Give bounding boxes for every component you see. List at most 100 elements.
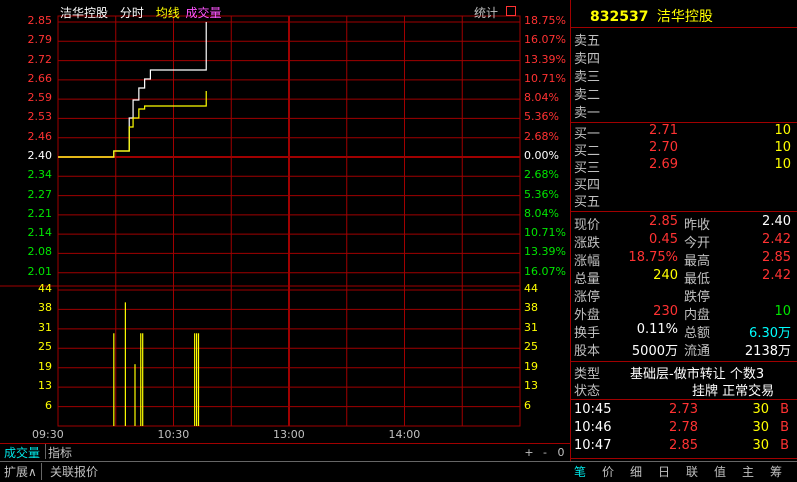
avg-line-label[interactable]: 均线 [156, 6, 180, 20]
tick-time: 10:45 [574, 402, 612, 417]
panel-tab-bar: 笔价细日联值主筹 [570, 461, 797, 481]
order-level-label: 卖二 [574, 88, 601, 103]
stock-name: 洁华控股 [656, 9, 713, 25]
pct-tick-label: 0.00% [524, 149, 559, 162]
pct-tick-label: 10.71% [524, 226, 566, 240]
stat-row: 现价 2.85 昨收 2.40 [570, 214, 795, 233]
volume-tick-label: 25 [524, 340, 538, 354]
stat-label: 涨跌 [574, 236, 601, 251]
price-tick-label: 2.59 [27, 91, 53, 105]
pct-tick-label: 16.07% [524, 33, 566, 47]
stat-label: 涨幅 [574, 254, 601, 269]
stat-label: 外盘 [574, 308, 601, 323]
divider [570, 361, 797, 362]
panel-tab-3[interactable]: 日 [658, 463, 670, 480]
stock-code: 832537 [590, 9, 649, 25]
stat-label: 换手 [574, 326, 601, 341]
time-tick-label: 14:00 [388, 428, 421, 441]
time-tick-label: 13:00 [273, 428, 305, 441]
tick-volume: 30 [752, 420, 769, 435]
volume-tick-label: 31 [38, 320, 52, 334]
tab-volume[interactable]: 成交量 [4, 444, 40, 461]
order-price: 2.71 [649, 123, 678, 138]
stat-label: 流通 [684, 344, 711, 359]
panel-tab-1[interactable]: 价 [602, 463, 614, 480]
tick-time: 10:47 [574, 438, 612, 453]
stat-value: 2.40 [762, 214, 791, 229]
stat-label: 昨收 [684, 218, 711, 233]
stat-value: 2.85 [762, 250, 791, 265]
sell-level-row: 卖四 [570, 48, 795, 67]
price-tick-label: 2.53 [27, 110, 53, 124]
stats-toggle-icon[interactable] [506, 6, 516, 16]
volume-tick-label: 38 [524, 301, 538, 315]
buy-level-row: 买四 [570, 174, 795, 193]
panel-tab-0[interactable]: 笔 [574, 463, 586, 480]
panel-tab-6[interactable]: 主 [742, 463, 754, 480]
volume-tick-label: 25 [38, 340, 52, 354]
zoom-out-button[interactable]: - [538, 446, 552, 459]
tab-indicator[interactable]: 指标 [48, 444, 72, 461]
panel-tab-4[interactable]: 联 [686, 463, 698, 480]
pct-tick-label: 8.04% [524, 206, 559, 220]
tick-time: 10:46 [574, 420, 612, 435]
zoom-in-button[interactable]: + [522, 446, 536, 459]
mode-label[interactable]: 分时 [120, 6, 144, 20]
pct-tick-label: 16.07% [524, 264, 566, 278]
state-row: 状态 挂牌 正常交易 [570, 380, 795, 399]
tick-price: 2.73 [669, 402, 698, 417]
tick-price: 2.78 [669, 420, 698, 435]
divider [570, 399, 797, 400]
price-tick-label: 2.66 [27, 71, 53, 85]
stat-label: 最低 [684, 272, 711, 287]
pct-tick-label: 5.36% [524, 187, 559, 201]
stat-value: 0.11% [636, 322, 678, 337]
stat-value: 6.30万 [749, 326, 791, 341]
stat-label: 涨停 [574, 290, 601, 305]
price-tick-label: 2.21 [27, 206, 53, 220]
panel-tab-5[interactable]: 值 [714, 463, 726, 480]
type-row: 类型 基础层-做市转让 个数3 [570, 363, 795, 382]
price-tick-label: 2.46 [27, 129, 53, 143]
stat-label: 最高 [684, 254, 711, 269]
stat-value: 2.42 [762, 232, 791, 247]
divider [570, 458, 797, 459]
stat-value: 2.42 [762, 268, 791, 283]
stat-value: 230 [653, 304, 678, 319]
price-line [58, 22, 207, 158]
stat-label: 内盘 [684, 308, 711, 323]
price-tick-label: 2.14 [27, 226, 53, 240]
chart-title-bar: 洁华控股 分时 均线 成交量 [60, 4, 230, 21]
buy-level-row: 买二 2.70 10 [570, 140, 795, 159]
divider [570, 211, 797, 212]
pct-tick-label: 2.68% [524, 168, 559, 182]
price-tick-label: 2.79 [27, 33, 53, 47]
chart-stock-name: 洁华控股 [60, 6, 109, 20]
panel-tab-7[interactable]: 筹 [770, 463, 782, 480]
expand-tab[interactable]: 扩展∧ [4, 463, 42, 480]
related-quotes-tab[interactable]: 关联报价 [50, 463, 98, 480]
panel-tab-2[interactable]: 细 [630, 463, 642, 480]
stat-row: 涨停 跌停 [570, 286, 795, 305]
stat-value: 5000万 [631, 344, 678, 359]
volume-tick-label: 19 [524, 359, 538, 373]
tick-side: B [780, 438, 789, 453]
buy-level-row: 买五 [570, 191, 795, 210]
pct-tick-label: 18.75% [524, 14, 566, 27]
price-tick-label: 2.08 [27, 245, 53, 259]
order-level-label: 买五 [574, 195, 601, 210]
sell-level-row: 卖五 [570, 30, 795, 49]
volume-tick-label: 44 [524, 282, 538, 295]
stat-value: 0.45 [649, 232, 678, 247]
stats-label[interactable]: 统计 [474, 4, 498, 21]
order-level-label: 卖三 [574, 70, 601, 85]
zoom-reset-button[interactable]: 0 [554, 446, 568, 459]
pct-tick-label: 2.68% [524, 129, 559, 143]
stat-value: 2138万 [744, 344, 791, 359]
price-tick-label: 2.01 [27, 264, 53, 278]
volume-tick-label: 31 [524, 320, 538, 334]
quote-header: 832537 洁华控股 [590, 6, 713, 26]
intraday-chart[interactable] [0, 0, 570, 461]
buy-level-row: 买一 2.71 10 [570, 123, 795, 142]
volume-label[interactable]: 成交量 [186, 6, 222, 20]
